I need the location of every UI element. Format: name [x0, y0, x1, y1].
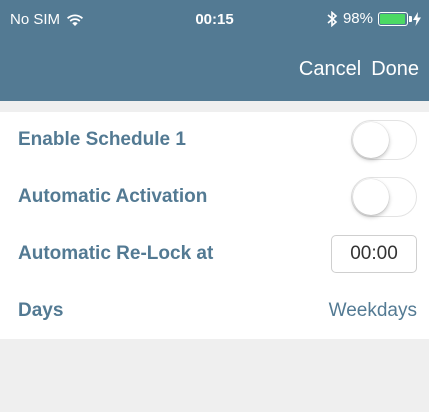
nav-actions: Cancel Done — [299, 58, 419, 81]
done-button[interactable]: Done — [371, 58, 419, 81]
header: No SIM 00:15 98% Cancel Done — [0, 0, 429, 101]
automatic-activation-toggle[interactable] — [351, 177, 417, 217]
enable-schedule-toggle[interactable] — [351, 120, 417, 160]
status-bar: No SIM 00:15 98% — [0, 0, 429, 40]
days-label: Days — [18, 300, 64, 321]
toggle-knob — [353, 179, 389, 215]
toggle-knob — [353, 122, 389, 158]
bluetooth-icon — [327, 10, 338, 27]
status-right-group: 98% — [326, 10, 421, 27]
battery-tip — [409, 15, 412, 22]
battery-level-fill — [380, 13, 406, 24]
days-row[interactable]: Days Weekdays — [0, 283, 429, 339]
schedule-settings-list: Enable Schedule 1 Automatic Activation A… — [0, 112, 429, 339]
battery-percent: 98% — [342, 10, 373, 27]
battery-icon — [378, 11, 412, 26]
automatic-activation-label: Automatic Activation — [18, 186, 208, 207]
enable-schedule-label: Enable Schedule 1 — [18, 129, 186, 150]
automatic-activation-row: Automatic Activation — [0, 169, 429, 225]
cancel-button[interactable]: Cancel — [299, 58, 361, 81]
schedule-screen: No SIM 00:15 98% Cancel Done Enable Sche… — [0, 0, 429, 412]
charging-bolt-icon — [413, 11, 421, 26]
enable-schedule-row: Enable Schedule 1 — [0, 112, 429, 168]
days-value[interactable]: Weekdays — [329, 300, 417, 322]
relock-row: Automatic Re-Lock at 00:00 — [0, 226, 429, 282]
relock-time-field[interactable]: 00:00 — [331, 235, 417, 273]
relock-label: Automatic Re-Lock at — [18, 243, 214, 264]
